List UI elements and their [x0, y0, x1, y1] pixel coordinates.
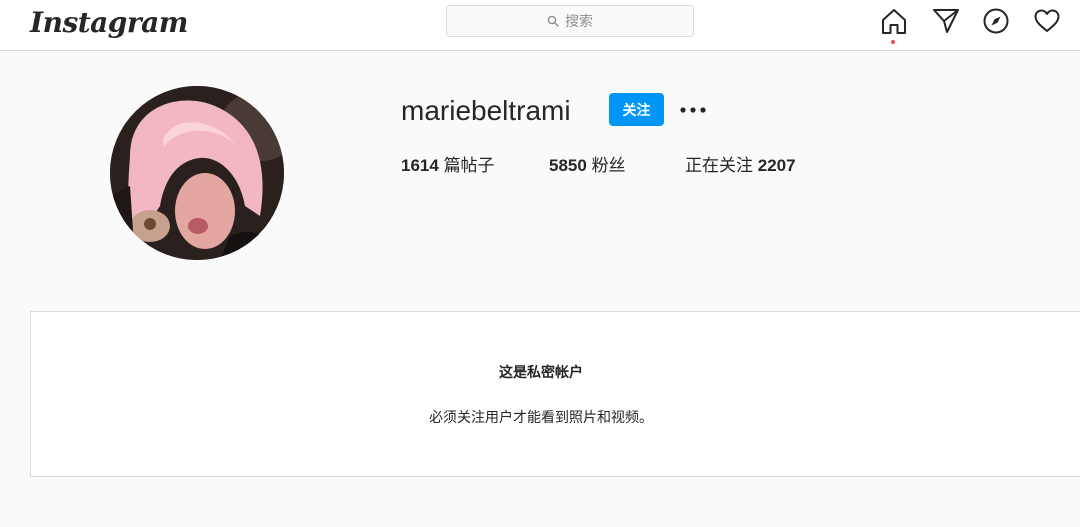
search-input[interactable]: 搜索: [446, 5, 694, 37]
profile-username: mariebeltrami: [401, 95, 571, 126]
top-nav-bar: Instagram 搜索: [0, 0, 1080, 51]
home-icon[interactable]: [880, 7, 908, 35]
followers-label: 粉丝: [591, 156, 626, 175]
instagram-logo[interactable]: Instagram: [30, 4, 188, 42]
profile-avatar[interactable]: [110, 86, 284, 260]
following-label: 正在关注: [685, 156, 753, 175]
direct-message-icon[interactable]: [932, 7, 960, 35]
follow-button[interactable]: 关注: [609, 93, 664, 126]
search-icon: [547, 15, 559, 27]
activity-heart-icon[interactable]: [1033, 7, 1061, 35]
posts-label: 篇帖子: [443, 156, 495, 175]
posts-count: 1614: [401, 156, 439, 175]
private-account-subtitle: 必须关注用户才能看到照片和视频。: [429, 409, 653, 425]
search-placeholder: 搜索: [565, 13, 593, 29]
private-account-notice: 这是私密帐户 必须关注用户才能看到照片和视频。: [30, 311, 1080, 477]
followers-stat[interactable]: 5850 粉丝: [549, 154, 626, 178]
explore-compass-icon[interactable]: [982, 7, 1010, 35]
notification-dot: [891, 40, 895, 44]
following-count: 2207: [757, 156, 796, 175]
posts-stat: 1614 篇帖子: [401, 154, 495, 178]
private-account-title: 这是私密帐户: [499, 364, 583, 380]
more-options-icon[interactable]: [679, 98, 707, 122]
followers-count: 5850: [549, 156, 587, 175]
following-stat[interactable]: 正在关注 2207: [685, 154, 796, 178]
